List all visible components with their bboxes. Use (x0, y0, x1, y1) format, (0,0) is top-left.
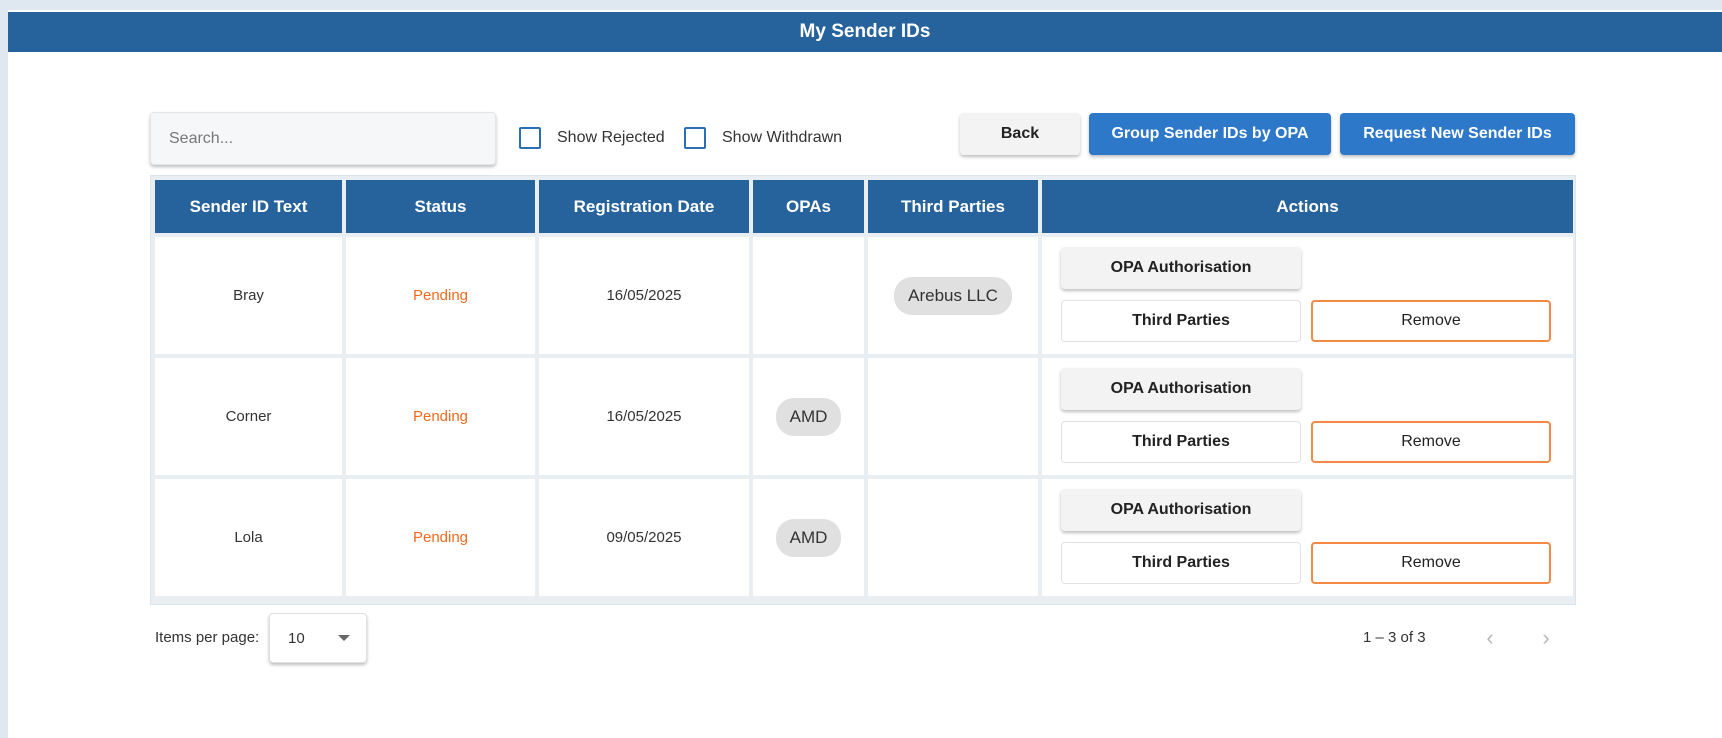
registration-date-cell: 16/05/2025 (539, 237, 749, 354)
registration-date-cell: 09/05/2025 (539, 479, 749, 596)
table-row: Lola Pending 09/05/2025 AMD OPA Authoris… (155, 479, 1573, 596)
remove-button[interactable]: Remove (1311, 300, 1551, 342)
chevron-left-icon[interactable]: ‹ (1475, 623, 1505, 653)
status-cell: Pending (346, 237, 535, 354)
third-parties-cell (868, 479, 1038, 596)
pagination-range: 1 – 3 of 3 (1363, 629, 1426, 646)
opas-cell: AMD (753, 358, 864, 475)
page-title-bar: My Sender IDs (8, 12, 1722, 52)
opa-chip: AMD (775, 518, 842, 557)
chevron-right-icon[interactable]: › (1531, 623, 1561, 653)
third-parties-button[interactable]: Third Parties (1061, 421, 1301, 463)
show-withdrawn-label: Show Withdrawn (722, 129, 843, 146)
table-header-row: Sender ID Text Status Registration Date … (155, 180, 1573, 233)
opa-chip: AMD (775, 397, 842, 436)
sender-id-cell: Lola (155, 479, 342, 596)
search-box[interactable] (150, 112, 496, 165)
search-input[interactable] (169, 129, 495, 148)
items-per-page-select[interactable]: 10 (269, 613, 367, 663)
third-parties-cell: Arebus LLC (868, 237, 1038, 354)
third-parties-button[interactable]: Third Parties (1061, 542, 1301, 584)
opas-cell (753, 237, 864, 354)
third-parties-cell (868, 358, 1038, 475)
opa-authorisation-button[interactable]: OPA Authorisation (1061, 489, 1301, 531)
actions-cell: OPA Authorisation Third Parties Remove (1042, 479, 1573, 596)
show-rejected-checkbox[interactable] (519, 127, 541, 149)
remove-button[interactable]: Remove (1311, 542, 1551, 584)
show-withdrawn-checkbox[interactable] (684, 127, 706, 149)
column-header-status[interactable]: Status (346, 180, 535, 233)
back-button[interactable]: Back (960, 113, 1080, 155)
column-header-opas[interactable]: OPAs (753, 180, 864, 233)
status-cell: Pending (346, 358, 535, 475)
registration-date-cell: 16/05/2025 (539, 358, 749, 475)
sender-ids-table: Sender ID Text Status Registration Date … (150, 175, 1576, 605)
remove-button[interactable]: Remove (1311, 421, 1551, 463)
opas-cell: AMD (753, 479, 864, 596)
show-rejected-toggle[interactable]: Show Rejected (519, 127, 665, 149)
column-header-actions: Actions (1042, 180, 1573, 233)
opa-authorisation-button[interactable]: OPA Authorisation (1061, 247, 1301, 289)
request-sender-ids-button[interactable]: Request New Sender IDs (1340, 113, 1575, 155)
sender-id-cell: Corner (155, 358, 342, 475)
items-per-page-label: Items per page: (155, 629, 260, 646)
page-title: My Sender IDs (799, 21, 931, 42)
actions-cell: OPA Authorisation Third Parties Remove (1042, 358, 1573, 475)
status-cell: Pending (346, 479, 535, 596)
column-header-third-parties[interactable]: Third Parties (868, 180, 1038, 233)
column-header-sender-id[interactable]: Sender ID Text (155, 180, 342, 233)
show-rejected-label: Show Rejected (557, 129, 665, 146)
opa-authorisation-button[interactable]: OPA Authorisation (1061, 368, 1301, 410)
third-party-chip: Arebus LLC (894, 276, 1012, 315)
actions-cell: OPA Authorisation Third Parties Remove (1042, 237, 1573, 354)
third-parties-button[interactable]: Third Parties (1061, 300, 1301, 342)
show-withdrawn-toggle[interactable]: Show Withdrawn (684, 127, 842, 149)
group-by-opa-button[interactable]: Group Sender IDs by OPA (1089, 113, 1331, 155)
sender-id-cell: Bray (155, 237, 342, 354)
table-row: Corner Pending 16/05/2025 AMD OPA Author… (155, 358, 1573, 475)
column-header-registration-date[interactable]: Registration Date (539, 180, 749, 233)
caret-down-icon (338, 635, 350, 641)
items-per-page-value: 10 (288, 629, 305, 647)
table-row: Bray Pending 16/05/2025 Arebus LLC OPA A… (155, 237, 1573, 354)
